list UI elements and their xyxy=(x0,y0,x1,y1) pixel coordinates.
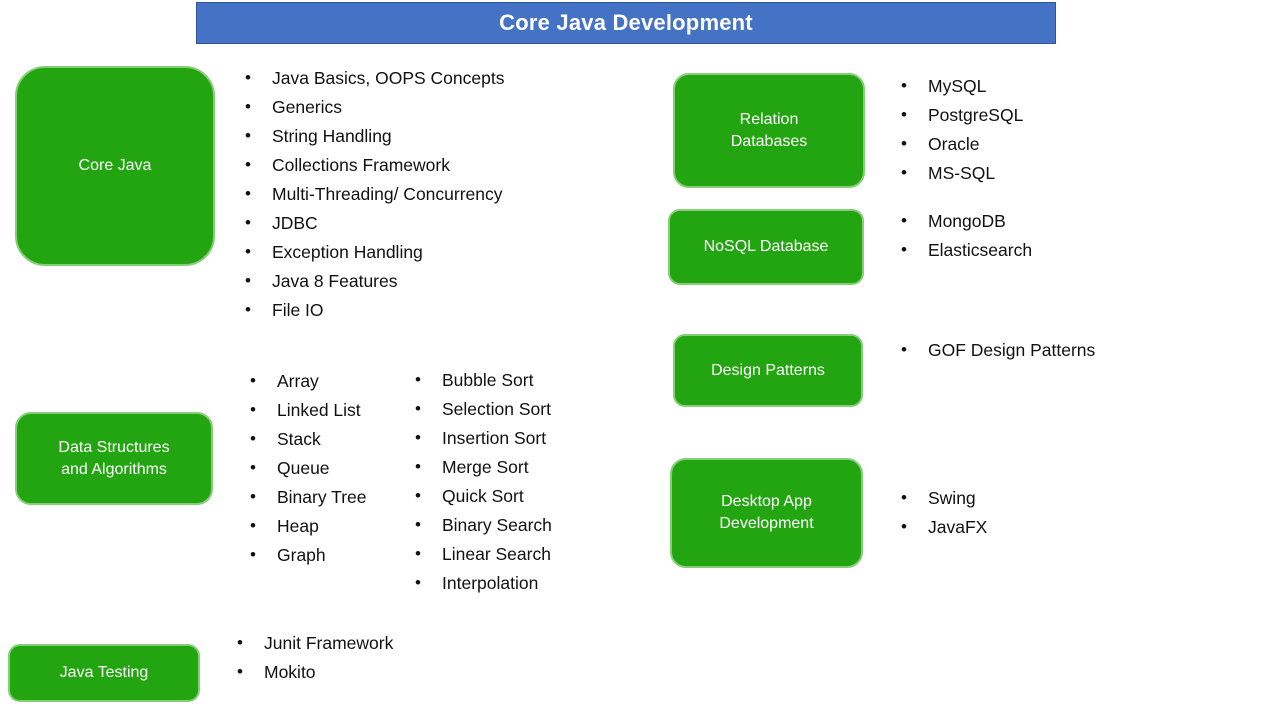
list-item: Mokito xyxy=(228,657,393,687)
list-item: Binary Tree xyxy=(241,482,366,512)
list-item: Oracle xyxy=(892,129,1023,159)
list-algorithms: Bubble Sort Selection Sort Insertion Sor… xyxy=(406,365,552,598)
list-item: Generics xyxy=(236,92,504,122)
list-item: MS-SQL xyxy=(892,158,1023,188)
node-desktop-app-development-label: Desktop App Development xyxy=(719,493,814,532)
list-item: JavaFX xyxy=(892,512,987,542)
list-nosql-databases: MongoDB Elasticsearch xyxy=(892,206,1032,265)
list-item: Exception Handling xyxy=(236,237,504,267)
list-item: Heap xyxy=(241,511,366,541)
list-item: Graph xyxy=(241,540,366,570)
list-item: Quick Sort xyxy=(406,481,552,511)
list-item: Multi-Threading/ Concurrency xyxy=(236,179,504,209)
list-item: String Handling xyxy=(236,121,504,151)
node-design-patterns[interactable]: Design Patterns xyxy=(673,334,863,407)
list-item: Merge Sort xyxy=(406,452,552,482)
list-item: Bubble Sort xyxy=(406,365,552,395)
list-item: Java 8 Features xyxy=(236,266,504,296)
node-nosql-database-label: NoSQL Database xyxy=(703,238,829,256)
list-item: Junit Framework xyxy=(228,628,393,658)
page-title: Core Java Development xyxy=(499,10,753,35)
node-java-testing[interactable]: Java Testing xyxy=(8,644,200,702)
node-java-testing-label: Java Testing xyxy=(59,664,149,682)
list-item: MySQL xyxy=(892,71,1023,101)
node-relation-databases[interactable]: Relation Databases xyxy=(673,73,865,188)
list-item: Elasticsearch xyxy=(892,235,1032,265)
node-core-java[interactable]: Core Java xyxy=(15,66,215,266)
page-title-banner: Core Java Development xyxy=(196,2,1056,44)
node-data-structures-and-algorithms-label: Data Structures and Algorithms xyxy=(58,438,170,478)
node-desktop-app-development[interactable]: Desktop App Development xyxy=(670,458,863,568)
list-java-testing-topics: Junit Framework Mokito xyxy=(228,628,393,687)
list-data-structures: Array Linked List Stack Queue Binary Tre… xyxy=(241,366,366,570)
list-item: GOF Design Patterns xyxy=(892,335,1095,365)
list-item: Queue xyxy=(241,453,366,483)
node-core-java-label: Core Java xyxy=(78,157,152,175)
node-nosql-database[interactable]: NoSQL Database xyxy=(668,209,864,285)
list-item: Binary Search xyxy=(406,510,552,540)
list-item: Java Basics, OOPS Concepts xyxy=(236,63,504,93)
list-item: Interpolation xyxy=(406,568,552,598)
list-item: PostgreSQL xyxy=(892,100,1023,130)
list-item: Insertion Sort xyxy=(406,423,552,453)
list-desktop-app-technologies: Swing JavaFX xyxy=(892,483,987,542)
list-item: Collections Framework xyxy=(236,150,504,180)
node-data-structures-and-algorithms[interactable]: Data Structures and Algorithms xyxy=(15,412,213,505)
list-item: Swing xyxy=(892,483,987,513)
list-core-java-topics: Java Basics, OOPS Concepts Generics Stri… xyxy=(236,63,504,325)
list-design-patterns: GOF Design Patterns xyxy=(892,335,1095,365)
list-relation-databases: MySQL PostgreSQL Oracle MS-SQL xyxy=(892,71,1023,188)
list-item: File IO xyxy=(236,295,504,325)
node-design-patterns-label: Design Patterns xyxy=(711,361,825,379)
list-item: JDBC xyxy=(236,208,504,238)
list-item: Selection Sort xyxy=(406,394,552,424)
node-relation-databases-label: Relation Databases xyxy=(730,110,808,150)
list-item: Array xyxy=(241,366,366,396)
list-item: Linked List xyxy=(241,395,366,425)
list-item: Stack xyxy=(241,424,366,454)
list-item: MongoDB xyxy=(892,206,1032,236)
list-item: Linear Search xyxy=(406,539,552,569)
